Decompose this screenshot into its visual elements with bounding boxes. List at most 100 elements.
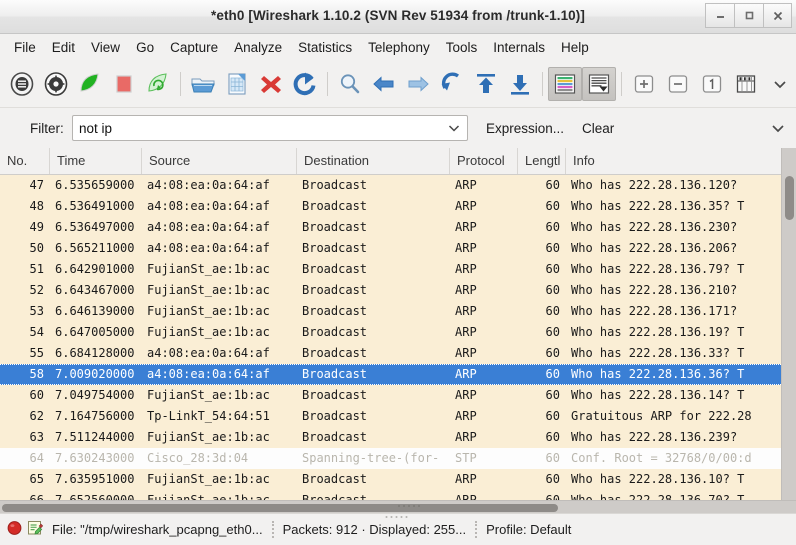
menu-file[interactable]: File — [6, 38, 44, 57]
stop-capture-button[interactable] — [107, 67, 141, 101]
menu-help[interactable]: Help — [553, 38, 597, 57]
packet-cell-source: FujianSt_ae:1b:ac — [147, 430, 270, 444]
interfaces-button[interactable] — [5, 67, 39, 101]
start-capture-button[interactable] — [73, 67, 107, 101]
menu-edit[interactable]: Edit — [44, 38, 83, 57]
column-header-no[interactable]: No. — [0, 148, 50, 174]
chevron-down-icon — [772, 125, 784, 133]
packet-row[interactable]: 66 7.652560000 FujianSt_ae:1b:ac Broadcast A… — [0, 490, 781, 500]
go-back-button[interactable] — [367, 67, 401, 101]
packet-cell-destination: Broadcast — [302, 241, 368, 255]
close-button[interactable] — [763, 3, 792, 28]
packet-cell-time: 7.511244000 — [55, 430, 135, 444]
packet-row[interactable]: 64 7.630243000 Cisco_28:3d:04 Spanning-tree… — [0, 448, 781, 469]
zoom-reset-button[interactable] — [695, 67, 729, 101]
packet-cell-length: 60 — [545, 472, 560, 486]
horizontal-scrollbar-thumb[interactable] — [2, 504, 558, 512]
capture-options-button[interactable] — [39, 67, 73, 101]
open-file-button[interactable] — [186, 67, 220, 101]
packet-row[interactable]: 55 6.684128000 a4:08:ea:0a:64:af Broadcast A… — [0, 343, 781, 364]
packet-row[interactable]: 54 6.647005000 FujianSt_ae:1b:ac Broadcast A… — [0, 322, 781, 343]
packet-row[interactable]: 62 7.164756000 Tp-LinkT_54:64:51 Broadcast A… — [0, 406, 781, 427]
status-file-text: File: "/tmp/wireshark_pcapng_eth0... — [52, 522, 263, 537]
packet-cell-destination: Broadcast — [302, 304, 368, 318]
packet-cell-info: Who has 222.28.136.230? — [571, 220, 738, 234]
menu-capture[interactable]: Capture — [162, 38, 226, 57]
packet-cell-no: 58 — [29, 367, 44, 381]
menu-view[interactable]: View — [83, 38, 128, 57]
menu-analyze[interactable]: Analyze — [226, 38, 290, 57]
packet-row[interactable]: 50 6.565211000 a4:08:ea:0a:64:af Broadcast A… — [0, 238, 781, 259]
packet-row[interactable]: 53 6.646139000 FujianSt_ae:1b:ac Broadcast A… — [0, 301, 781, 322]
packet-cell-no: 47 — [29, 178, 44, 192]
packet-cell-protocol: ARP — [455, 241, 477, 255]
filter-history-button[interactable] — [445, 116, 463, 140]
reload-button[interactable] — [288, 67, 322, 101]
filter-input[interactable] — [73, 117, 445, 139]
packet-cell-no: 50 — [29, 241, 44, 255]
zoom-out-button[interactable] — [661, 67, 695, 101]
column-header-destination[interactable]: Destination — [297, 148, 450, 174]
packet-cell-source: FujianSt_ae:1b:ac — [147, 388, 270, 402]
go-first-packet-button[interactable] — [469, 67, 503, 101]
menu-telephony[interactable]: Telephony — [360, 38, 438, 57]
menu-tools[interactable]: Tools — [438, 38, 486, 57]
status-profile-text[interactable]: Profile: Default — [477, 522, 580, 537]
colorize-button[interactable] — [548, 67, 582, 101]
filter-input-wrapper[interactable] — [72, 115, 468, 141]
packet-cell-no: 60 — [29, 388, 44, 402]
menu-go[interactable]: Go — [128, 38, 162, 57]
packet-row[interactable]: 48 6.536491000 a4:08:ea:0a:64:af Broadcast A… — [0, 196, 781, 217]
expert-info-error-button[interactable] — [6, 519, 23, 541]
expert-info-error-icon — [7, 520, 22, 535]
go-to-packet-button[interactable] — [435, 67, 469, 101]
capture-file-comment-button[interactable] — [26, 519, 44, 541]
column-header-time[interactable]: Time — [50, 148, 142, 174]
packet-row[interactable]: 51 6.642901000 FujianSt_ae:1b:ac Broadcast A… — [0, 259, 781, 280]
column-header-lengtl[interactable]: Lengtl — [518, 148, 566, 174]
packet-cell-destination: Broadcast — [302, 262, 368, 276]
expression-button[interactable]: Expression... — [486, 121, 564, 136]
vertical-scrollbar-thumb[interactable] — [785, 176, 794, 220]
menu-internals[interactable]: Internals — [485, 38, 553, 57]
packet-cell-time: 7.049754000 — [55, 388, 135, 402]
packet-list-vertical-scrollbar[interactable] — [781, 148, 796, 500]
packet-row[interactable]: 52 6.643467000 FujianSt_ae:1b:ac Broadcast A… — [0, 280, 781, 301]
packet-cell-protocol: ARP — [455, 283, 477, 297]
packet-cell-no: 52 — [29, 283, 44, 297]
packet-cell-protocol: ARP — [455, 409, 477, 423]
packet-cell-source: Cisco_28:3d:04 — [147, 451, 249, 465]
packet-row[interactable]: 49 6.536497000 a4:08:ea:0a:64:af Broadcast A… — [0, 217, 781, 238]
go-forward-button[interactable] — [401, 67, 435, 101]
packet-row[interactable]: 58 7.009020000 a4:08:ea:0a:64:af Broadcast A… — [0, 364, 781, 385]
find-packet-button[interactable] — [333, 67, 367, 101]
packet-cell-length: 60 — [545, 346, 560, 360]
packet-cell-info: Who has 222.28.136.239? — [571, 430, 738, 444]
status-bar-splitter-grip[interactable] — [385, 505, 411, 523]
packet-row[interactable]: 47 6.535659000 a4:08:ea:0a:64:af Broadcast A… — [0, 175, 781, 196]
packet-cell-time: 6.642901000 — [55, 262, 135, 276]
auto-scroll-button[interactable] — [582, 67, 616, 101]
restart-capture-button[interactable] — [141, 67, 175, 101]
clear-filter-button[interactable]: Clear — [582, 121, 614, 136]
go-last-packet-button[interactable] — [503, 67, 537, 101]
toolbar-overflow-button[interactable] — [769, 67, 791, 101]
packet-list-rows[interactable]: 47 6.535659000 a4:08:ea:0a:64:af Broadcast A… — [0, 175, 781, 500]
packet-row[interactable]: 60 7.049754000 FujianSt_ae:1b:ac Broadcast A… — [0, 385, 781, 406]
zoom-in-button[interactable] — [627, 67, 661, 101]
close-file-button[interactable] — [254, 67, 288, 101]
packet-row[interactable]: 65 7.635951000 FujianSt_ae:1b:ac Broadcast A… — [0, 469, 781, 490]
minimize-button[interactable] — [705, 3, 734, 28]
packet-cell-length: 60 — [545, 367, 560, 381]
packet-row[interactable]: 63 7.511244000 FujianSt_ae:1b:ac Broadcast A… — [0, 427, 781, 448]
maximize-button[interactable] — [734, 3, 763, 28]
column-header-source[interactable]: Source — [142, 148, 297, 174]
column-header-info[interactable]: Info — [566, 148, 781, 174]
menu-statistics[interactable]: Statistics — [290, 38, 360, 57]
filter-toolbar-overflow-button[interactable] — [770, 108, 786, 148]
packet-cell-length: 60 — [545, 493, 560, 500]
save-file-button[interactable] — [220, 67, 254, 101]
resize-columns-button[interactable] — [729, 67, 763, 101]
packet-cell-time: 6.646139000 — [55, 304, 135, 318]
column-header-protocol[interactable]: Protocol — [450, 148, 518, 174]
